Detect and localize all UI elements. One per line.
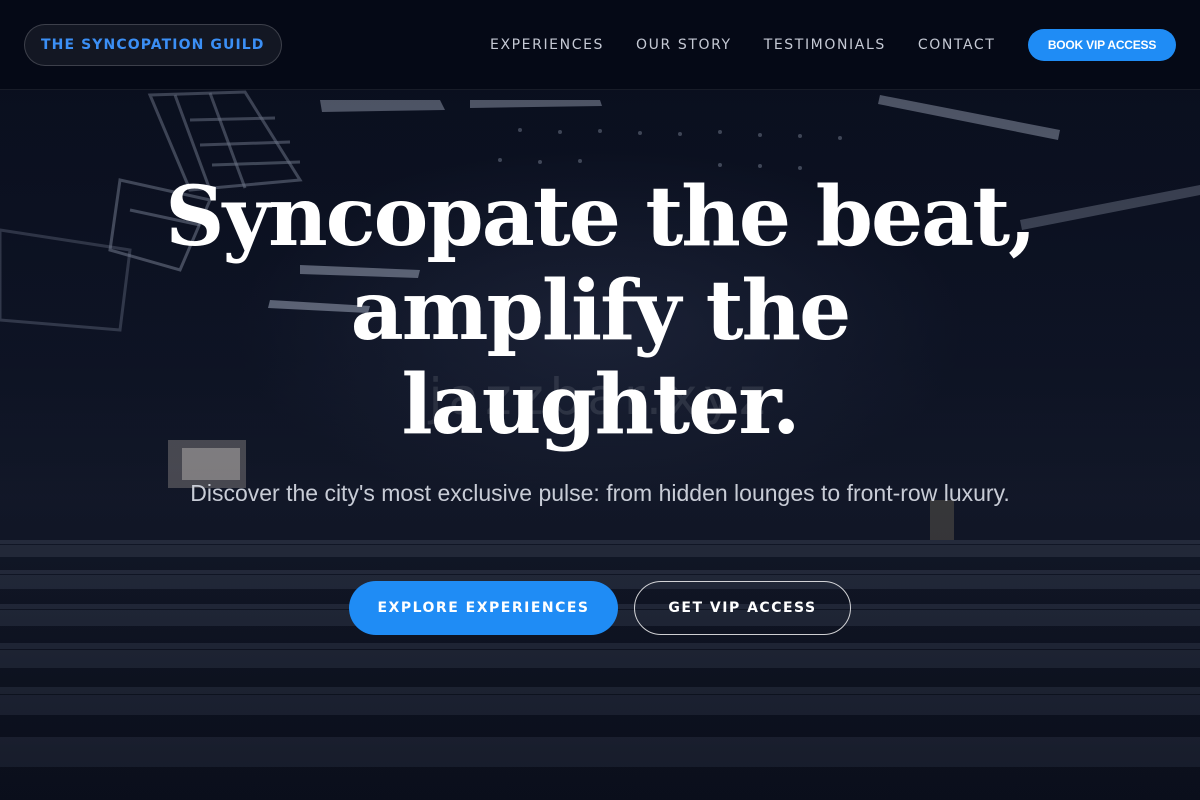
get-vip-access-button[interactable]: GET VIP ACCESS — [634, 581, 851, 635]
hero-title-line-1: Syncopate the beat, — [165, 169, 1036, 265]
nav-link-our-story[interactable]: OUR STORY — [636, 37, 732, 53]
hero-title-line-3: laughter. — [401, 357, 800, 453]
explore-experiences-button[interactable]: EXPLORE EXPERIENCES — [349, 581, 618, 635]
nav-link-experiences[interactable]: EXPERIENCES — [490, 37, 604, 53]
hero-subtitle: Discover the city's most exclusive pulse… — [190, 480, 1010, 506]
nav-link-testimonials[interactable]: TESTIMONIALS — [764, 37, 886, 53]
site-header: THE SYNCOPATION GUILD EXPERIENCES OUR ST… — [0, 0, 1200, 90]
main-nav: EXPERIENCES OUR STORY TESTIMONIALS CONTA… — [490, 0, 995, 90]
brand-logo[interactable]: THE SYNCOPATION GUILD — [24, 24, 282, 66]
nav-link-contact[interactable]: CONTACT — [918, 37, 996, 53]
hero-title-line-2: amplify the — [350, 263, 852, 359]
book-vip-access-button[interactable]: BOOK VIP ACCESS — [1028, 29, 1176, 61]
hero-title: Syncopate the beat, amplify the laughter… — [100, 170, 1100, 452]
